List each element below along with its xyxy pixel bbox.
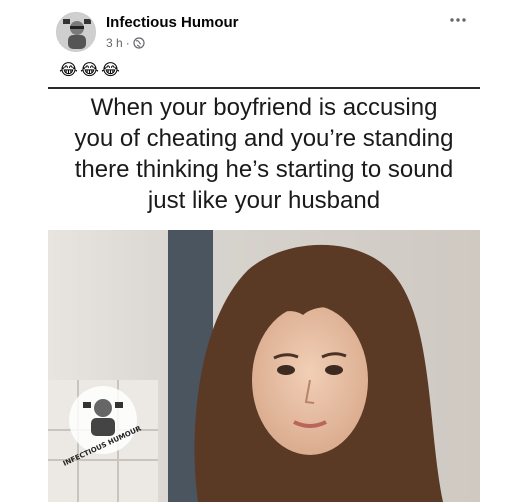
meme-caption: When your boyfriend is accusing you of c… — [48, 92, 480, 216]
author-name[interactable]: Infectious Humour — [106, 14, 239, 31]
page-avatar[interactable] — [56, 12, 96, 52]
globe-icon — [133, 37, 145, 49]
avatar-image — [57, 13, 95, 51]
laughing-emoji: 😂 — [59, 62, 78, 79]
meta-separator: · — [125, 36, 130, 50]
more-options-icon — [450, 18, 466, 22]
post-text-emojis: 😂 😂 😂 — [58, 62, 121, 80]
laughing-emoji: 😂 — [80, 62, 99, 79]
caption-line: you of cheating and you’re standing — [74, 125, 454, 152]
meme-photo[interactable]: INFECTIOUS HUMOUR — [48, 230, 480, 502]
meme-top-border — [48, 87, 480, 89]
post-header: Infectious Humour 3 h · — [0, 0, 526, 60]
woman-photo: INFECTIOUS HUMOUR — [48, 230, 480, 502]
caption-line: just like your husband — [147, 187, 381, 214]
caption-line: there thinking he’s starting to sound — [74, 156, 454, 183]
caption-line: When your boyfriend is accusing — [90, 94, 438, 121]
post-time[interactable]: 3 h — [106, 36, 123, 50]
more-options-button[interactable] — [444, 10, 472, 30]
laughing-emoji: 😂 — [101, 62, 120, 79]
post-meta: 3 h · — [106, 36, 145, 50]
